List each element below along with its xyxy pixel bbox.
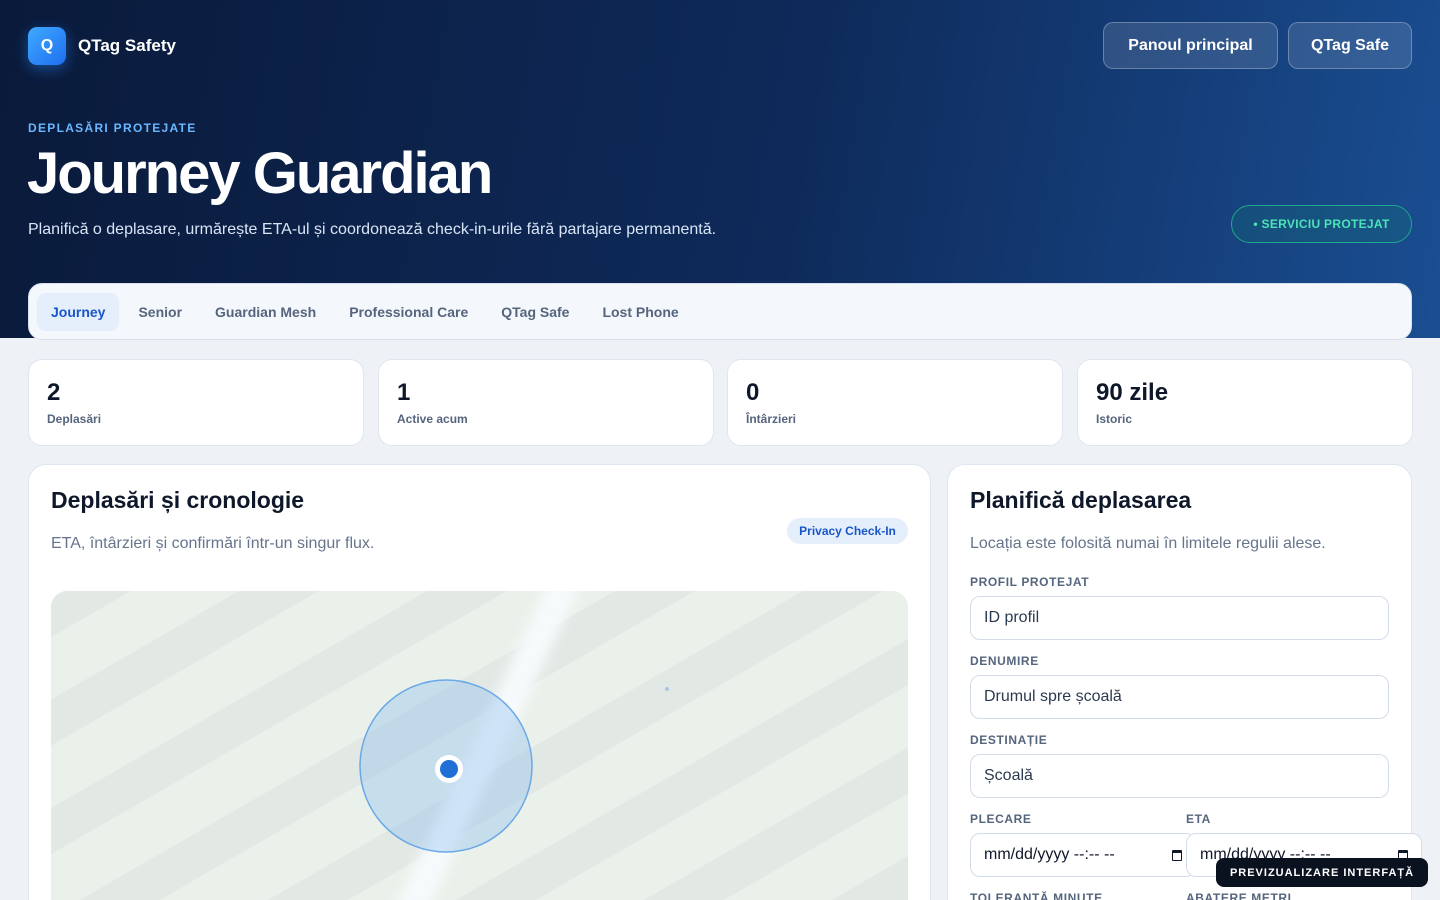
- brand[interactable]: Q QTag Safety: [28, 27, 176, 65]
- stat-value: 0: [746, 379, 760, 406]
- brand-logo-icon: Q: [28, 27, 66, 65]
- interface-preview-tag: PREVIZUALIZARE INTERFAȚĂ: [1216, 858, 1428, 887]
- departure-datetime-input[interactable]: mm/dd/yyyy --:-- --: [970, 833, 1196, 877]
- map-canvas: [51, 591, 908, 900]
- tab-journey[interactable]: Journey: [37, 292, 120, 331]
- departure-label: PLECARE: [970, 812, 1032, 826]
- eta-label: ETA: [1186, 812, 1211, 826]
- stat-card-history: 90 zile Istoric: [1077, 359, 1413, 446]
- stat-card-journeys: 2 Deplasări: [28, 359, 364, 446]
- location-dot-icon[interactable]: [440, 760, 458, 778]
- tab-professional-care[interactable]: Professional Care: [335, 293, 482, 331]
- destination-label: DESTINAȚIE: [970, 733, 1048, 747]
- page-title: Journey Guardian: [27, 141, 493, 206]
- hero-eyebrow: DEPLASĂRI PROTEJATE: [28, 121, 197, 135]
- profile-id-input[interactable]: ID profil: [970, 596, 1389, 640]
- stat-value: 90 zile: [1096, 379, 1169, 406]
- name-label: DENUMIRE: [970, 654, 1039, 668]
- page-subtitle: Planifică o deplasare, urmărește ETA-ul …: [28, 221, 717, 238]
- tab-lost-phone[interactable]: Lost Phone: [588, 293, 692, 331]
- calendar-icon[interactable]: [1172, 849, 1182, 861]
- privacy-check-in-badge: Privacy Check-In: [787, 518, 908, 544]
- stat-label: Întârzieri: [746, 412, 797, 426]
- stat-label: Deplasări: [47, 412, 102, 426]
- service-status-badge: • SERVICIU PROTEJAT: [1231, 205, 1412, 243]
- tab-senior[interactable]: Senior: [124, 293, 196, 331]
- map-waypoint-dot: [665, 687, 669, 691]
- stat-value: 1: [397, 379, 411, 406]
- dashboard-button[interactable]: Panoul principal: [1103, 22, 1278, 69]
- departure-value: mm/dd/yyyy --:-- --: [984, 846, 1115, 863]
- stat-label: Istoric: [1096, 412, 1133, 426]
- stat-label: Active acum: [397, 412, 468, 426]
- tolerance-label: TOLERANȚĂ MINUTE: [970, 891, 1103, 900]
- deviation-label: ABATERE METRI: [1186, 891, 1292, 900]
- stat-value: 2: [47, 379, 61, 406]
- planner-description: Locația este folosită numai în limitele …: [970, 535, 1326, 552]
- service-tabs: Journey Senior Guardian Mesh Professiona…: [28, 283, 1412, 340]
- timeline-title: Deplasări și cronologie: [51, 487, 305, 513]
- timeline-description: ETA, întârzieri și confirmări într-un si…: [51, 535, 375, 552]
- qtag-safe-button[interactable]: QTag Safe: [1288, 22, 1412, 69]
- planner-title: Planifică deplasarea: [970, 487, 1192, 513]
- journey-map[interactable]: [51, 591, 908, 900]
- profile-label: PROFIL PROTEJAT: [970, 575, 1090, 589]
- stat-card-active: 1 Active acum: [378, 359, 714, 446]
- tab-guardian-mesh[interactable]: Guardian Mesh: [201, 293, 330, 331]
- destination-input[interactable]: Școală: [970, 754, 1389, 798]
- stat-card-delays: 0 Întârzieri: [727, 359, 1063, 446]
- tab-qtag-safe[interactable]: QTag Safe: [487, 293, 583, 331]
- brand-name: QTag Safety: [78, 36, 176, 55]
- journey-name-input[interactable]: Drumul spre școală: [970, 675, 1389, 719]
